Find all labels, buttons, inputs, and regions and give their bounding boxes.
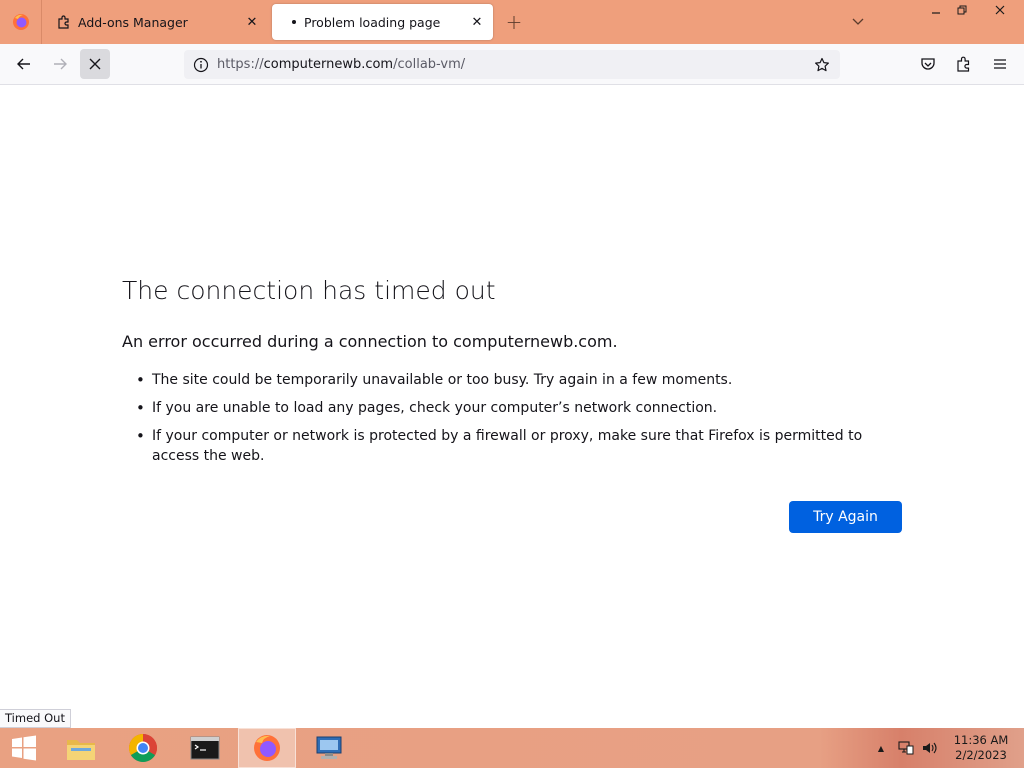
try-again-button[interactable]: Try Again xyxy=(789,501,902,533)
list-item: If your computer or network is protected… xyxy=(136,426,906,466)
navigation-toolbar: https://computernewb.com/collab-vm/ xyxy=(0,44,1024,85)
taskbar: ▲ 11:36 AM 2/2/2023 xyxy=(0,728,1024,768)
tab-problem-loading[interactable]: Problem loading page ✕ xyxy=(272,4,493,40)
page-content: The connection has timed out An error oc… xyxy=(0,85,1024,728)
minimize-icon xyxy=(932,12,940,14)
command-prompt-icon xyxy=(190,736,220,760)
back-button[interactable] xyxy=(9,49,39,79)
status-panel: Timed Out xyxy=(0,709,71,728)
site-info-icon[interactable] xyxy=(187,51,215,79)
taskbar-remote-desktop[interactable] xyxy=(300,728,358,768)
chevron-down-icon xyxy=(852,18,864,25)
firefox-logo-icon xyxy=(12,14,29,30)
stop-icon xyxy=(89,58,101,70)
taskbar-chrome[interactable] xyxy=(114,728,172,768)
start-button[interactable] xyxy=(0,728,48,768)
url-host: computernewb.com xyxy=(263,57,394,72)
arrow-left-icon xyxy=(17,58,30,70)
restore-button[interactable] xyxy=(947,0,977,20)
extensions-button[interactable] xyxy=(949,49,979,79)
forward-button[interactable] xyxy=(45,49,75,79)
error-suggestions-list: The site could be temporarily unavailabl… xyxy=(136,370,906,474)
pocket-button[interactable] xyxy=(913,49,943,79)
error-description: An error occurred during a connection to… xyxy=(122,332,618,351)
clock-time: 11:36 AM xyxy=(953,733,1009,747)
restore-icon xyxy=(957,5,967,15)
remote-desktop-icon xyxy=(316,736,342,759)
list-all-tabs-button[interactable] xyxy=(846,10,870,34)
firefox-icon xyxy=(254,735,280,761)
list-item: The site could be temporarily unavailabl… xyxy=(136,370,906,390)
close-window-button[interactable] xyxy=(980,0,1020,20)
puzzle-icon xyxy=(56,14,72,30)
clock-date: 2/2/2023 xyxy=(955,748,1007,762)
hamburger-menu-icon xyxy=(994,59,1006,69)
close-tab-icon[interactable]: ✕ xyxy=(465,10,489,34)
app-menu-button[interactable] xyxy=(985,49,1015,79)
new-tab-button[interactable]: + xyxy=(502,10,526,34)
file-explorer-icon xyxy=(67,740,95,760)
tab-label: Add-ons Manager xyxy=(78,14,188,30)
url-protocol: https:// xyxy=(217,57,264,72)
network-icon[interactable] xyxy=(896,728,916,768)
taskbar-firefox[interactable] xyxy=(238,728,296,768)
arrow-right-icon xyxy=(54,58,67,70)
url-path: /collab-vm/ xyxy=(393,57,466,72)
loading-dot-icon xyxy=(292,20,296,24)
tab-addons-manager[interactable]: Add-ons Manager ✕ xyxy=(44,4,268,40)
stop-button[interactable] xyxy=(80,49,110,79)
puzzle-icon xyxy=(957,56,970,72)
volume-icon[interactable] xyxy=(920,728,940,768)
close-icon xyxy=(995,5,1005,15)
taskbar-command-prompt[interactable] xyxy=(176,728,234,768)
tab-strip: Add-ons Manager ✕ Problem loading page ✕… xyxy=(0,0,1024,44)
bookmark-star-icon[interactable] xyxy=(808,50,836,79)
taskbar-file-explorer[interactable] xyxy=(52,728,110,768)
list-item: If you are unable to load any pages, che… xyxy=(136,398,906,418)
tab-label: Problem loading page xyxy=(304,14,441,30)
url-text[interactable]: https://computernewb.com/collab-vm/ xyxy=(217,57,465,72)
url-bar[interactable]: https://computernewb.com/collab-vm/ xyxy=(184,50,840,79)
pocket-icon xyxy=(921,58,935,70)
system-clock[interactable]: 11:36 AM 2/2/2023 xyxy=(948,733,1014,763)
windows-logo-icon xyxy=(12,735,36,761)
error-title: The connection has timed out xyxy=(122,276,496,305)
show-hidden-icons-button[interactable]: ▲ xyxy=(874,728,888,768)
chrome-icon xyxy=(129,734,157,762)
close-tab-icon[interactable]: ✕ xyxy=(240,10,264,34)
firefox-view-button[interactable] xyxy=(0,0,42,44)
